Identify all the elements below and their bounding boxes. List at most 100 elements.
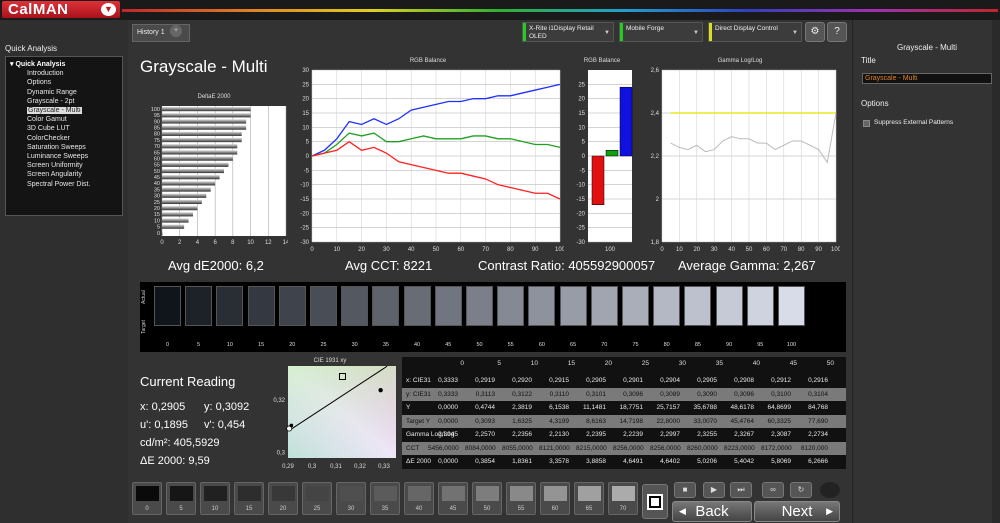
gamma-xtick: 30 bbox=[711, 247, 718, 253]
next-button[interactable]: Next ▶ bbox=[754, 501, 840, 522]
cie-xtick: 0,32 bbox=[354, 464, 366, 470]
target-label: Target bbox=[141, 320, 147, 334]
tree-item-color-gamut[interactable]: Color Gamut bbox=[10, 115, 118, 124]
tree-item-luminance-sweeps[interactable]: Luminance Sweeps bbox=[10, 152, 118, 161]
gamma-ytick: 2 bbox=[656, 197, 660, 203]
tree-item-grayscale-2pt[interactable]: Grayscale - 2pt bbox=[10, 97, 118, 106]
table-column-header: 0 bbox=[460, 360, 464, 367]
meter-name: X-Rite i1Display Retail bbox=[529, 25, 594, 32]
deltae-ytick: 45 bbox=[154, 175, 160, 181]
deltae-bar bbox=[162, 113, 251, 118]
patch-swatch bbox=[238, 486, 261, 501]
table-row: CCT 5456,0000 8084,0000 8055,0000 8121,0000 8… bbox=[402, 441, 846, 455]
tree-item-spectral-power-dist-[interactable]: Spectral Power Dist. bbox=[10, 180, 118, 189]
loop-icon[interactable]: ∞ bbox=[762, 482, 784, 498]
deltae-bar bbox=[162, 218, 189, 223]
source-dropdown[interactable]: Mobile Forge ▼ bbox=[619, 22, 703, 42]
patch-swatch bbox=[136, 486, 159, 501]
patch-swatch bbox=[578, 486, 601, 501]
rgb-ytick: 20 bbox=[302, 97, 309, 103]
deltae-bar bbox=[162, 131, 242, 136]
tree-item-saturation-sweeps[interactable]: Saturation Sweeps bbox=[10, 143, 118, 152]
calman-logo-button[interactable]: CalMAN ▼ bbox=[2, 1, 120, 18]
workflow-tree[interactable]: ▾ Quick Analysis Introduction Options Dyna… bbox=[5, 56, 123, 216]
patch-label: 35 bbox=[381, 506, 389, 512]
patch-swatch bbox=[612, 486, 635, 501]
cie-xtick: 0,3 bbox=[308, 464, 317, 470]
add-tab-icon[interactable]: + bbox=[170, 25, 182, 37]
patch-button-50[interactable]: 50 bbox=[472, 482, 502, 515]
gamma-xtick: 50 bbox=[746, 247, 753, 253]
suppress-patterns-checkbox[interactable] bbox=[863, 120, 870, 127]
table-cell: 22,8000 bbox=[656, 417, 681, 425]
patch-button-65[interactable]: 65 bbox=[574, 482, 604, 515]
gamma-svg: 2,6 2,4 2,2 2 1,80 10 20 30 40 50 60 70 80 90 100 bbox=[651, 68, 842, 253]
actual-swatch bbox=[466, 286, 493, 326]
chevron-down-icon: ▼ bbox=[604, 30, 610, 36]
tree-item-grayscale-multi[interactable]: Grayscale - Multi bbox=[10, 106, 118, 115]
tree-root[interactable]: ▾ Quick Analysis bbox=[10, 60, 118, 69]
back-button[interactable]: ◀ Back bbox=[672, 501, 752, 522]
deltae-ytick: 85 bbox=[154, 126, 160, 132]
right-panel-scrollbar[interactable] bbox=[992, 20, 1000, 523]
reading-y: y: 0,3092 bbox=[204, 401, 250, 413]
meter-dropdown[interactable]: X-Rite i1Display Retail OLED ▼ bbox=[522, 22, 614, 42]
patch-button-10[interactable]: 10 bbox=[200, 482, 230, 515]
gamma-xtick: 0 bbox=[660, 247, 664, 253]
table-cell: 0,3333 bbox=[438, 377, 458, 384]
record-icon[interactable] bbox=[820, 482, 840, 498]
patch-swatch bbox=[306, 486, 329, 501]
patch-button-60[interactable]: 60 bbox=[540, 482, 570, 515]
gamma-ytick: 2,6 bbox=[651, 68, 660, 74]
table-column-header: 15 bbox=[567, 360, 575, 367]
patch-button-55[interactable]: 55 bbox=[506, 482, 536, 515]
deltae-bar bbox=[162, 230, 163, 235]
tree-item-options[interactable]: Options bbox=[10, 78, 118, 87]
tree-item-screen-uniformity[interactable]: Screen Uniformity bbox=[10, 161, 118, 170]
deltae-bar bbox=[162, 187, 211, 192]
settings-gear-icon[interactable]: ⚙ bbox=[805, 22, 825, 42]
patch-swatch bbox=[170, 486, 193, 501]
patch-button-40[interactable]: 40 bbox=[404, 482, 434, 515]
patch-swatch bbox=[374, 486, 397, 501]
patch-button-5[interactable]: 5 bbox=[166, 482, 196, 515]
deltae-bar bbox=[162, 175, 220, 180]
play-icon[interactable]: ▶ bbox=[703, 482, 725, 498]
patch-button-0[interactable]: 0 bbox=[132, 482, 162, 515]
table-cell: 25,7157 bbox=[656, 404, 681, 411]
tree-item-dynamic-range[interactable]: Dynamic Range bbox=[10, 88, 118, 97]
patch-button-20[interactable]: 20 bbox=[268, 482, 298, 515]
rgbbar-ytick: -15 bbox=[576, 197, 585, 203]
step-icon[interactable]: ⏭ bbox=[730, 482, 752, 498]
patch-swatch bbox=[204, 486, 227, 501]
deltae-chart: DeltaE 2000 0 2 4 6 8 10 12 14 100 95 90 85 80 75 70 65… bbox=[140, 92, 290, 252]
tree-item-introduction[interactable]: Introduction bbox=[10, 69, 118, 78]
table-cell: 8256,0000 bbox=[613, 444, 644, 452]
swatch-level-label: 95 bbox=[757, 342, 764, 348]
actual-swatch bbox=[559, 286, 587, 326]
patch-button-70[interactable]: 70 bbox=[608, 482, 638, 515]
actual-swatch bbox=[154, 286, 181, 326]
patch-button-25[interactable]: 25 bbox=[302, 482, 332, 515]
deltae-bar bbox=[162, 150, 238, 155]
patch-button-15[interactable]: 15 bbox=[234, 482, 264, 515]
tree-item-colorchecker[interactable]: ColorChecker bbox=[10, 134, 118, 143]
rgb-xtick: 50 bbox=[433, 247, 440, 253]
patch-button-45[interactable]: 45 bbox=[438, 482, 468, 515]
title-input[interactable]: Grayscale - Multi bbox=[862, 73, 992, 84]
deltae-bar bbox=[162, 206, 198, 211]
chevron-down-icon[interactable]: ▼ bbox=[101, 3, 116, 16]
rgb-ytick: -25 bbox=[300, 226, 309, 232]
stop-button[interactable] bbox=[642, 484, 668, 519]
patch-swatch bbox=[510, 486, 533, 501]
table-cell: 0,4744 bbox=[475, 404, 495, 411]
display-dropdown[interactable]: Direct Display Control ▼ bbox=[708, 22, 802, 42]
tree-item-3d-cube-lut[interactable]: 3D Cube LUT bbox=[10, 124, 118, 133]
tree-item-screen-angularity[interactable]: Screen Angularity bbox=[10, 170, 118, 179]
stop-icon[interactable]: ■ bbox=[674, 482, 696, 498]
patch-label: 70 bbox=[619, 506, 627, 512]
refresh-icon[interactable]: ↻ bbox=[790, 482, 812, 498]
patch-button-30[interactable]: 30 bbox=[336, 482, 366, 515]
help-icon[interactable]: ? bbox=[827, 22, 847, 42]
patch-button-35[interactable]: 35 bbox=[370, 482, 400, 515]
